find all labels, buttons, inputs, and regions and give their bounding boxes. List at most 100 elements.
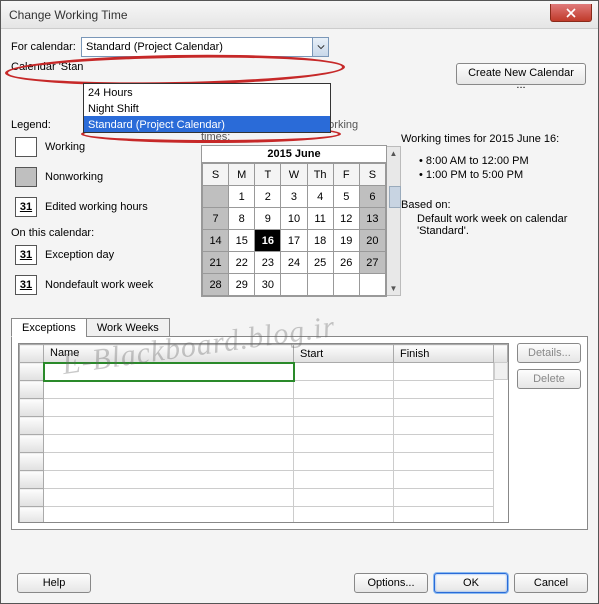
cancel-button[interactable]: Cancel bbox=[514, 573, 588, 593]
help-button[interactable]: Help bbox=[17, 573, 91, 593]
grid-cell[interactable] bbox=[44, 489, 294, 507]
grid-row-header[interactable] bbox=[20, 453, 44, 471]
grid-row-header[interactable] bbox=[20, 471, 44, 489]
grid-cell[interactable] bbox=[44, 399, 294, 417]
grid-cell[interactable] bbox=[394, 435, 494, 453]
calendar-day[interactable]: 27 bbox=[359, 252, 385, 274]
grid-cell[interactable] bbox=[294, 381, 394, 399]
grid-cell[interactable] bbox=[44, 453, 294, 471]
calendar-day[interactable]: 7 bbox=[203, 208, 229, 230]
grid-cell[interactable] bbox=[394, 381, 494, 399]
scroll-down-icon[interactable]: ▼ bbox=[390, 282, 398, 295]
grid-cell[interactable] bbox=[294, 435, 394, 453]
calendar-day[interactable]: 2 bbox=[255, 186, 281, 208]
calendar-day[interactable] bbox=[281, 274, 307, 296]
calendar-combo[interactable]: Standard (Project Calendar) bbox=[81, 37, 329, 57]
calendar[interactable]: 2015 June S M T W Th F S 1 2 bbox=[201, 145, 387, 297]
calendar-day[interactable]: 11 bbox=[307, 208, 333, 230]
grid-cell[interactable] bbox=[294, 399, 394, 417]
grid-cell[interactable] bbox=[294, 363, 394, 381]
grid-cell[interactable] bbox=[44, 471, 294, 489]
grid-cell[interactable] bbox=[44, 435, 294, 453]
grid-cell[interactable] bbox=[44, 381, 294, 399]
calendar-day[interactable]: 10 bbox=[281, 208, 307, 230]
calendar-day[interactable]: 3 bbox=[281, 186, 307, 208]
calendar-day[interactable] bbox=[333, 274, 359, 296]
calendar-day[interactable] bbox=[203, 186, 229, 208]
grid-row-header[interactable] bbox=[20, 507, 44, 524]
grid-cell[interactable] bbox=[394, 489, 494, 507]
dialog-change-working-time: Change Working Time For calendar: Standa… bbox=[0, 0, 599, 604]
calendar-day[interactable]: 13 bbox=[359, 208, 385, 230]
calendar-day[interactable]: 14 bbox=[203, 230, 229, 252]
exceptions-grid[interactable]: Name Start Finish bbox=[18, 343, 509, 523]
calendar-day[interactable]: 26 bbox=[333, 252, 359, 274]
grid-row-header[interactable] bbox=[20, 417, 44, 435]
dropdown-item-standard[interactable]: Standard (Project Calendar) bbox=[84, 116, 330, 132]
calendar-day[interactable]: 1 bbox=[229, 186, 255, 208]
dropdown-item-nightshift[interactable]: Night Shift bbox=[84, 100, 330, 116]
calendar-day[interactable]: 29 bbox=[229, 274, 255, 296]
calendar-day[interactable]: 23 bbox=[255, 252, 281, 274]
calendar-day-selected[interactable]: 16 bbox=[255, 230, 281, 252]
calendar-day[interactable]: 5 bbox=[333, 186, 359, 208]
calendar-dropdown-list[interactable]: 24 Hours Night Shift Standard (Project C… bbox=[83, 83, 331, 133]
grid-row-header[interactable] bbox=[20, 363, 44, 381]
tab-work-weeks[interactable]: Work Weeks bbox=[86, 318, 170, 337]
calendar-day[interactable]: 15 bbox=[229, 230, 255, 252]
grid-cell[interactable] bbox=[394, 363, 494, 381]
grid-row-header[interactable] bbox=[20, 381, 44, 399]
grid-header-name[interactable]: Name bbox=[44, 345, 294, 363]
grid-scrollbar[interactable] bbox=[494, 362, 508, 380]
calendar-day[interactable]: 9 bbox=[255, 208, 281, 230]
calendar-day[interactable]: 4 bbox=[307, 186, 333, 208]
grid-cell[interactable] bbox=[294, 507, 394, 524]
calendar-day[interactable]: 28 bbox=[203, 274, 229, 296]
close-button[interactable] bbox=[550, 4, 592, 22]
grid-cell[interactable] bbox=[394, 453, 494, 471]
chevron-down-icon[interactable] bbox=[312, 38, 328, 56]
grid-cell[interactable] bbox=[44, 417, 294, 435]
calendar-day[interactable]: 21 bbox=[203, 252, 229, 274]
legend-exception-day: Exception day bbox=[45, 249, 114, 261]
grid-cell-name-edit[interactable] bbox=[44, 363, 294, 381]
grid-header-start[interactable]: Start bbox=[294, 345, 394, 363]
options-button[interactable]: Options... bbox=[354, 573, 428, 593]
ok-button[interactable]: OK bbox=[434, 573, 508, 593]
calendar-day[interactable]: 30 bbox=[255, 274, 281, 296]
calendar-day[interactable]: 22 bbox=[229, 252, 255, 274]
calendar-day[interactable]: 17 bbox=[281, 230, 307, 252]
grid-row-header[interactable] bbox=[20, 489, 44, 507]
working-time-item: 1:00 PM to 5:00 PM bbox=[419, 169, 589, 181]
grid-cell[interactable] bbox=[294, 417, 394, 435]
tab-exceptions[interactable]: Exceptions bbox=[11, 318, 87, 337]
dropdown-item-24hours[interactable]: 24 Hours bbox=[84, 84, 330, 100]
grid-cell[interactable] bbox=[294, 489, 394, 507]
calendar-day[interactable]: 12 bbox=[333, 208, 359, 230]
grid-cell[interactable] bbox=[394, 471, 494, 489]
create-new-calendar-button[interactable]: Create New Calendar ... bbox=[456, 63, 586, 85]
calendar-day[interactable]: 19 bbox=[333, 230, 359, 252]
grid-cell[interactable] bbox=[394, 399, 494, 417]
grid-cell[interactable] bbox=[394, 417, 494, 435]
calendar-day[interactable]: 6 bbox=[359, 186, 385, 208]
delete-button[interactable]: Delete bbox=[517, 369, 581, 389]
grid-cell[interactable] bbox=[44, 507, 294, 524]
details-button[interactable]: Details... bbox=[517, 343, 581, 363]
calendar-day[interactable]: 18 bbox=[307, 230, 333, 252]
grid-cell[interactable] bbox=[294, 471, 394, 489]
calendar-day[interactable] bbox=[359, 274, 385, 296]
calendar-day[interactable]: 25 bbox=[307, 252, 333, 274]
calendar-scrollbar[interactable]: ▲ ▼ bbox=[387, 146, 401, 296]
grid-header-finish[interactable]: Finish bbox=[394, 345, 494, 363]
scroll-up-icon[interactable]: ▲ bbox=[390, 147, 398, 160]
grid-cell[interactable] bbox=[294, 453, 394, 471]
grid-row-header[interactable] bbox=[20, 399, 44, 417]
calendar-day[interactable]: 24 bbox=[281, 252, 307, 274]
grid-cell[interactable] bbox=[394, 507, 494, 524]
grid-row-header[interactable] bbox=[20, 435, 44, 453]
calendar-day[interactable]: 8 bbox=[229, 208, 255, 230]
calendar-day[interactable]: 20 bbox=[359, 230, 385, 252]
calendar-day[interactable] bbox=[307, 274, 333, 296]
scrollbar-thumb[interactable] bbox=[389, 186, 401, 208]
